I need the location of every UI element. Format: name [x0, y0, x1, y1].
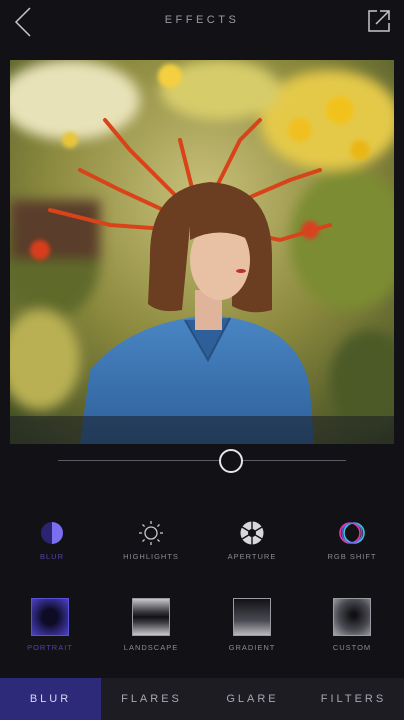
- effect-label: RGB SHIFT: [327, 552, 377, 561]
- mode-label: GRADIENT: [228, 643, 276, 652]
- effect-label: BLUR: [39, 552, 64, 561]
- effect-highlights[interactable]: HIGHLIGHTS: [101, 518, 201, 561]
- mode-label: CUSTOM: [332, 643, 372, 652]
- effect-options: BLUR HIGHLIGHTS APERTURE RGB SHIFT: [0, 518, 404, 568]
- slider-track[interactable]: [58, 460, 346, 461]
- effect-label: HIGHLIGHTS: [123, 552, 179, 561]
- rgb-shift-icon: [339, 522, 365, 544]
- portrait-thumbnail: [31, 598, 69, 636]
- slider-thumb[interactable]: [218, 449, 243, 473]
- mode-custom[interactable]: CUSTOM: [302, 598, 402, 652]
- effect-label: APERTURE: [227, 552, 277, 561]
- blur-mode-options: PORTRAIT LANDSCAPE GRADIENT CUSTOM: [0, 598, 404, 658]
- tab-filters[interactable]: FILTERS: [303, 678, 404, 720]
- aperture-icon: [240, 521, 264, 545]
- mode-gradient[interactable]: GRADIENT: [202, 598, 302, 652]
- bottom-tab-bar: BLUR FLARES GLARE FILTERS: [0, 678, 404, 720]
- mode-portrait[interactable]: PORTRAIT: [0, 598, 100, 652]
- effect-aperture[interactable]: APERTURE: [202, 518, 302, 561]
- photo-preview[interactable]: [10, 60, 394, 444]
- tab-flares[interactable]: FLARES: [101, 678, 202, 720]
- custom-thumbnail: [333, 598, 371, 636]
- landscape-thumbnail: [132, 598, 170, 636]
- tab-glare[interactable]: GLARE: [202, 678, 303, 720]
- effect-blur[interactable]: BLUR: [2, 518, 102, 561]
- tab-blur[interactable]: BLUR: [0, 678, 101, 720]
- page-title: EFFECTS: [164, 14, 240, 26]
- mode-label: PORTRAIT: [27, 643, 73, 652]
- top-bar: EFFECTS: [0, 0, 404, 44]
- mode-label: LANDSCAPE: [123, 643, 179, 652]
- gradient-thumbnail: [233, 598, 271, 636]
- blur-icon: [41, 522, 63, 544]
- mode-landscape[interactable]: LANDSCAPE: [101, 598, 201, 652]
- sun-icon: [139, 521, 163, 545]
- share-export-icon: [368, 10, 390, 32]
- portrait-photo-image: [10, 60, 394, 444]
- intensity-slider[interactable]: [58, 449, 346, 473]
- share-button[interactable]: [366, 8, 392, 34]
- effect-rgb-shift[interactable]: RGB SHIFT: [302, 518, 402, 561]
